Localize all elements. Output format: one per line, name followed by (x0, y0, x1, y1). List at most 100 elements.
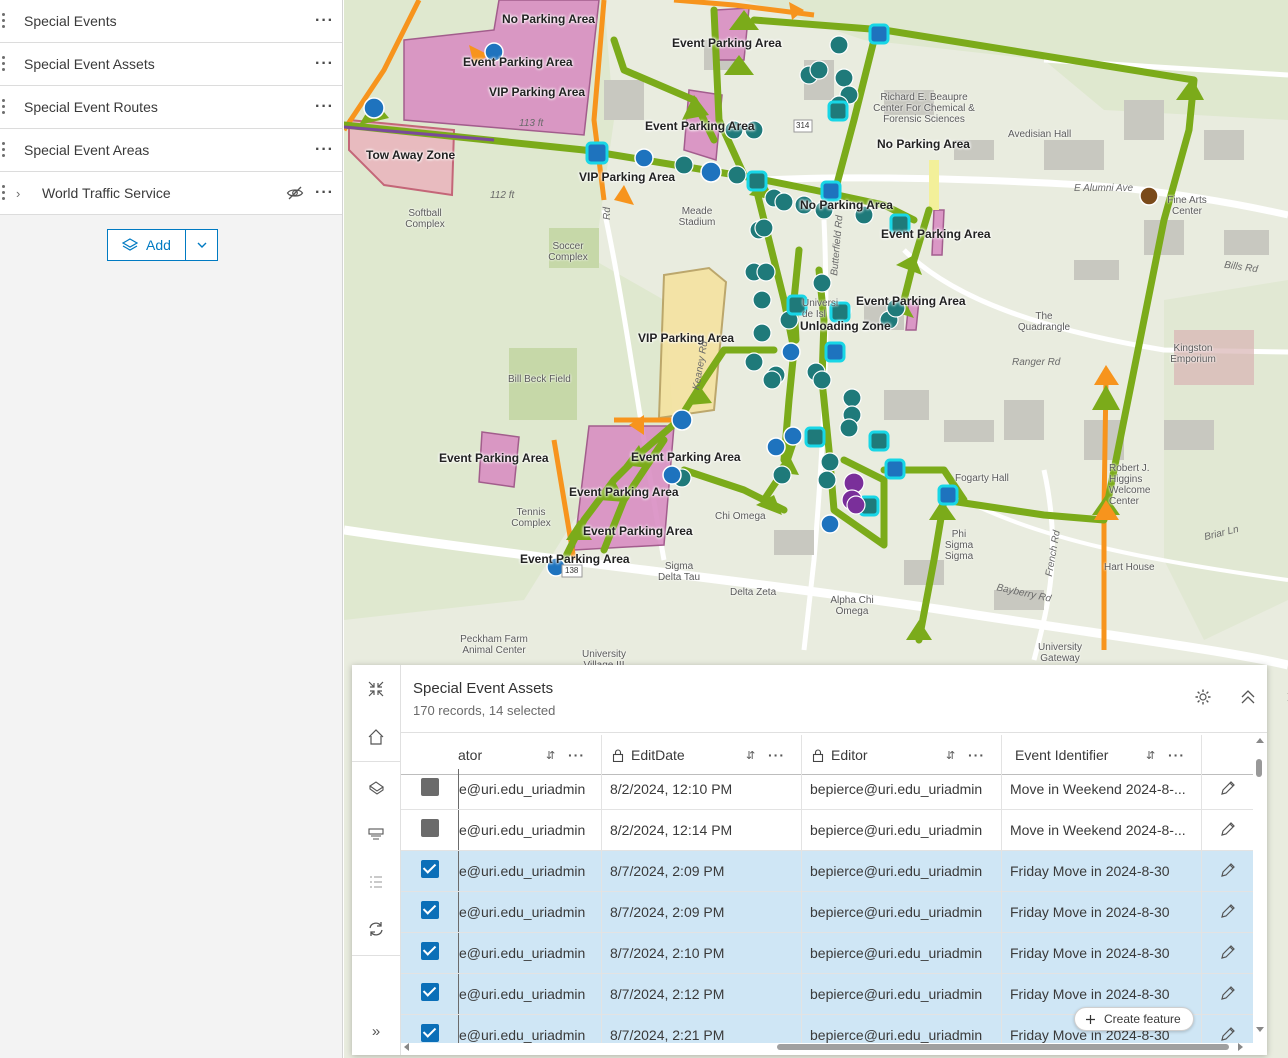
cell-editor[interactable]: bepierce@uri.edu_uriadmin (802, 974, 1002, 1014)
drag-handle-icon[interactable] (2, 13, 6, 29)
add-layer-button[interactable]: Add (107, 229, 186, 261)
row-select-checkbox[interactable] (421, 778, 439, 796)
table-row[interactable]: e@uri.edu_uriadmin 8/2/2024, 12:10 PM bepi… (401, 769, 1253, 810)
cell-event-identifier[interactable]: Move in Weekend 2024-8-... (1002, 769, 1202, 809)
layer-label: Special Event Assets (24, 56, 155, 72)
collapse-icon[interactable] (364, 677, 388, 701)
row-select-checkbox[interactable] (421, 983, 439, 1001)
more-options-icon[interactable]: ··· (315, 141, 334, 159)
vertical-scrollbar[interactable] (1253, 735, 1267, 1043)
place-label: Meade Stadium (678, 206, 716, 228)
cell-edit-date[interactable]: 8/7/2024, 2:09 PM (602, 851, 802, 891)
edit-pencil-icon[interactable] (1219, 984, 1237, 1002)
table-row[interactable]: e@uri.edu_uriadmin 8/2/2024, 12:14 PM bepi… (401, 810, 1253, 851)
layer-item-special-event-assets[interactable]: Special Event Assets ··· (0, 43, 342, 86)
drag-handle-icon[interactable] (2, 142, 6, 158)
place-label: Alpha Chi Omega (830, 595, 874, 617)
visibility-off-icon[interactable] (286, 184, 304, 202)
cell-creator[interactable]: e@uri.edu_uriadmin (458, 1015, 602, 1043)
cell-edit-date[interactable]: 8/7/2024, 2:21 PM (602, 1015, 802, 1043)
row-select-checkbox[interactable] (421, 1024, 439, 1042)
edit-pencil-icon[interactable] (1219, 820, 1237, 838)
cell-editor[interactable]: bepierce@uri.edu_uriadmin (802, 933, 1002, 973)
layer-label: Special Event Routes (24, 99, 158, 115)
cell-event-identifier[interactable]: Move in Weekend 2024-8-... (1002, 810, 1202, 850)
row-select-checkbox[interactable] (421, 942, 439, 960)
cell-event-identifier[interactable]: Friday Move in 2024-8-30 (1002, 892, 1202, 932)
expand-icon[interactable]: » (364, 1019, 388, 1043)
cell-event-identifier[interactable]: Friday Move in 2024-8-30 (1002, 933, 1202, 973)
settings-gear-icon[interactable] (1194, 688, 1212, 706)
sort-icon[interactable]: ⇵ (1146, 749, 1155, 762)
row-select-checkbox[interactable] (421, 819, 439, 837)
chevron-right-icon[interactable]: › (16, 186, 20, 201)
collapse-up-icon[interactable] (1239, 688, 1257, 706)
edit-pencil-icon[interactable] (1219, 779, 1237, 797)
add-dropdown-button[interactable] (186, 229, 218, 261)
layer-item-special-event-areas[interactable]: Special Event Areas ··· (0, 129, 342, 172)
column-label: EditDate (631, 747, 685, 763)
cell-editor[interactable]: bepierce@uri.edu_uriadmin (802, 769, 1002, 809)
cell-creator[interactable]: e@uri.edu_uriadmin (458, 769, 602, 809)
area-label: VIP Parking Area (489, 85, 586, 99)
cell-event-identifier[interactable]: Friday Move in 2024-8-30 (1002, 851, 1202, 891)
cell-creator[interactable]: e@uri.edu_uriadmin (458, 933, 602, 973)
cell-edit-date[interactable]: 8/7/2024, 2:09 PM (602, 892, 802, 932)
cell-editor[interactable]: bepierce@uri.edu_uriadmin (802, 810, 1002, 850)
table-row[interactable]: e@uri.edu_uriadmin 8/7/2024, 2:10 PM bepie… (401, 933, 1253, 974)
sort-icon[interactable]: ⇵ (746, 749, 755, 762)
table-row[interactable]: e@uri.edu_uriadmin 8/7/2024, 2:09 PM bepie… (401, 851, 1253, 892)
cell-editor[interactable]: bepierce@uri.edu_uriadmin (802, 851, 1002, 891)
table-toolbar: » (352, 665, 401, 1055)
row-select-checkbox[interactable] (421, 901, 439, 919)
drag-handle-icon[interactable] (2, 185, 6, 201)
layer-item-world-traffic-service[interactable]: › World Traffic Service ··· (0, 172, 342, 215)
sort-icon[interactable]: ⇵ (946, 749, 955, 762)
column-options-icon[interactable]: ··· (568, 747, 585, 763)
home-icon[interactable] (364, 725, 388, 749)
more-options-icon[interactable]: ··· (315, 184, 334, 202)
edit-pencil-icon[interactable] (1219, 943, 1237, 961)
cell-creator[interactable]: e@uri.edu_uriadmin (458, 892, 602, 932)
more-options-icon[interactable]: ··· (315, 98, 334, 116)
edit-pencil-icon[interactable] (1219, 902, 1237, 920)
place-label: Bill Beck Field (508, 374, 571, 385)
table-row[interactable]: e@uri.edu_uriadmin 8/7/2024, 2:09 PM bepie… (401, 892, 1253, 933)
edit-pencil-icon[interactable] (1219, 861, 1237, 879)
cell-edit-date[interactable]: 8/7/2024, 2:12 PM (602, 974, 802, 1014)
layer-item-special-event-routes[interactable]: Special Event Routes ··· (0, 86, 342, 129)
table-title: Special Event Assets (413, 680, 554, 697)
list-icon[interactable] (364, 870, 388, 894)
drag-handle-icon[interactable] (2, 56, 6, 72)
column-options-icon[interactable]: ··· (768, 747, 785, 763)
layer-item-special-events[interactable]: Special Events ··· (0, 0, 342, 43)
create-feature-button[interactable]: Create feature (1074, 1007, 1194, 1031)
more-options-icon[interactable]: ··· (315, 12, 334, 30)
add-layer-group: Add (107, 229, 218, 261)
refresh-icon[interactable] (364, 917, 388, 941)
place-label: Avedisian Hall (1008, 129, 1072, 140)
sort-icon[interactable]: ⇵ (546, 749, 555, 762)
horizontal-scrollbar[interactable] (401, 1041, 1253, 1053)
more-options-icon[interactable]: ··· (315, 55, 334, 73)
column-options-icon[interactable]: ··· (1168, 747, 1185, 763)
drag-handle-icon[interactable] (2, 99, 6, 115)
elevation-label: 112 ft (490, 190, 515, 201)
cell-edit-date[interactable]: 8/2/2024, 12:10 PM (602, 769, 802, 809)
place-label: Hart House (1104, 562, 1155, 573)
cell-edit-date[interactable]: 8/7/2024, 2:10 PM (602, 933, 802, 973)
cell-editor[interactable]: bepierce@uri.edu_uriadmin (802, 892, 1002, 932)
column-options-icon[interactable]: ··· (968, 747, 985, 763)
cell-edit-date[interactable]: 8/2/2024, 12:14 PM (602, 810, 802, 850)
cell-creator[interactable]: e@uri.edu_uriadmin (458, 974, 602, 1014)
cell-creator[interactable]: e@uri.edu_uriadmin (458, 851, 602, 891)
column-label: Event Identifier (1015, 747, 1109, 763)
row-select-checkbox[interactable] (421, 860, 439, 878)
zoom-to-selection-icon[interactable] (364, 775, 388, 799)
cell-editor[interactable]: bepierce@uri.edu_uriadmin (802, 1015, 1002, 1043)
show-selected-icon[interactable] (364, 822, 388, 846)
cell-creator[interactable]: e@uri.edu_uriadmin (458, 810, 602, 850)
place-label: Softball Complex (405, 208, 445, 230)
road-label: Ranger Rd (1012, 357, 1061, 368)
area-label: Event Parking Area (856, 294, 966, 308)
